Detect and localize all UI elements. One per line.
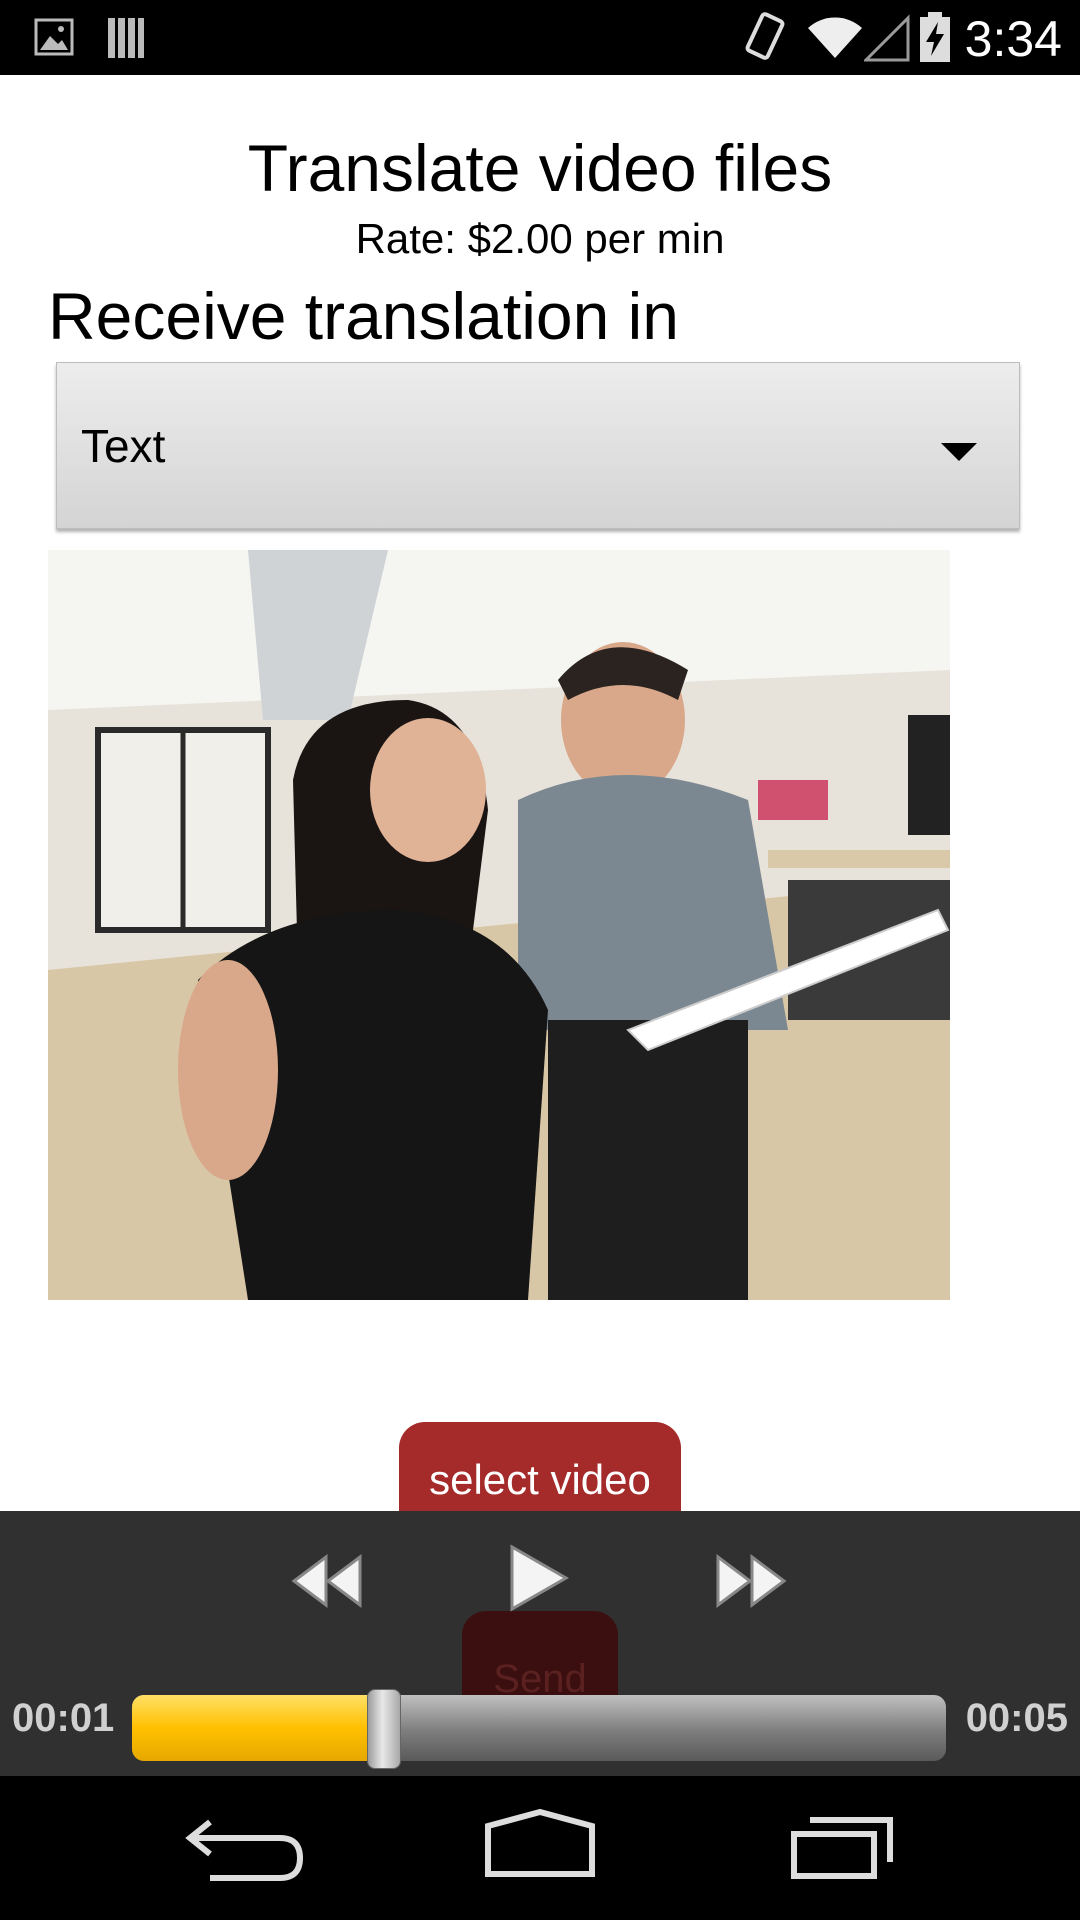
battery-charging-icon [918,10,952,69]
seek-handle[interactable] [367,1689,402,1769]
video-frame-illustration [48,550,950,1300]
page-title: Translate video files [247,131,833,205]
seek-bar[interactable] [132,1695,946,1761]
rewind-icon[interactable] [288,1551,366,1616]
status-bar: 3:34 [0,0,1080,75]
home-icon[interactable] [440,1776,640,1920]
recents-icon[interactable] [744,1776,944,1920]
current-time: 00:01 [12,1696,115,1740]
dropdown-arrow-icon [941,443,977,461]
total-time: 00:05 [965,1696,1068,1740]
seek-progress-fill [132,1695,385,1761]
clock: 3:34 [964,11,1062,67]
gallery-notification-icon [34,18,74,61]
library-notification-icon [106,14,146,65]
wifi-icon [806,14,864,65]
play-icon[interactable] [506,1541,572,1620]
navigation-bar [0,1776,1080,1920]
media-controller: Send 00:01 00:05 [0,1511,1080,1776]
signal-icon [862,14,910,67]
translation-format-dropdown[interactable]: Text [56,362,1020,529]
back-icon[interactable] [140,1776,340,1920]
rate-label: Rate: $2.00 per min [355,215,725,262]
vibrate-icon [740,12,790,69]
video-preview[interactable] [48,550,950,1300]
dropdown-selected-value: Text [81,420,166,472]
fast-forward-icon[interactable] [712,1551,790,1616]
receive-translation-label: Receive translation in [48,279,679,353]
